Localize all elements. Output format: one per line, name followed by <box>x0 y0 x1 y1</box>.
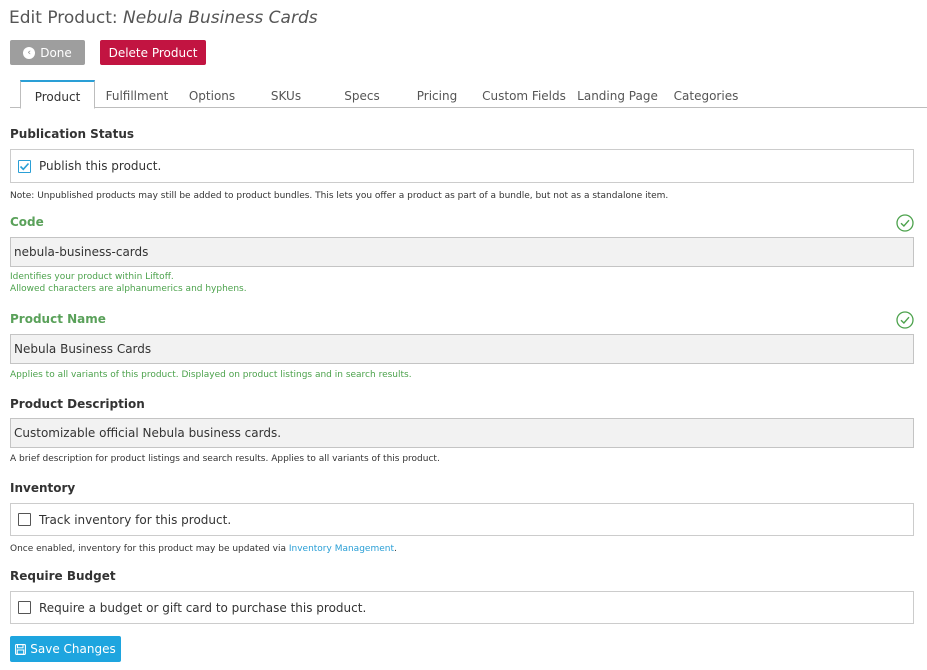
tab-label: Specs <box>344 88 380 103</box>
tab-label: Pricing <box>416 88 458 103</box>
valid-check-icon <box>896 214 914 232</box>
inventory-label: Inventory <box>10 481 76 495</box>
inventory-help-suffix: . <box>393 544 397 554</box>
publish-checkbox-label: Publish this product. <box>39 159 162 173</box>
save-changes-button[interactable]: Save Changes <box>10 636 121 662</box>
code-help-2: Allowed characters are alphanumerics and… <box>10 284 247 294</box>
tab-pricing[interactable]: Pricing <box>404 80 470 108</box>
page-title-product-name: Nebula Business Cards <box>123 8 318 28</box>
tab-options[interactable]: Options <box>178 80 246 108</box>
tab-custom-fields[interactable]: Custom Fields <box>478 80 570 108</box>
tab-label: SKUs <box>270 88 302 103</box>
done-button-label: Done <box>40 45 72 60</box>
valid-check-icon <box>896 311 914 329</box>
save-changes-label: Save Changes <box>30 642 116 656</box>
product-description-label: Product Description <box>10 397 145 411</box>
product-name-label: Product Name <box>10 312 106 326</box>
code-help-1: Identifies your product within Liftoff. <box>10 272 174 282</box>
delete-product-button-label: Delete Product <box>108 45 198 60</box>
budget-row: Require a budget or gift card to purchas… <box>10 591 914 624</box>
product-description-input[interactable] <box>10 418 914 448</box>
product-description-help: A brief description for product listings… <box>10 454 440 464</box>
inventory-row: Track inventory for this product. <box>10 503 914 536</box>
product-name-help: Applies to all variants of this product.… <box>10 370 412 380</box>
tab-categories[interactable]: Categories <box>666 80 746 108</box>
delete-product-button[interactable]: Delete Product <box>100 40 206 65</box>
page-title-prefix: Edit Product: <box>9 8 118 28</box>
publication-note: Note: Unpublished products may still be … <box>10 191 669 201</box>
inventory-management-link[interactable]: Inventory Management <box>289 544 394 554</box>
floppy-disk-icon <box>15 643 27 655</box>
publication-status-label: Publication Status <box>10 127 135 141</box>
tab-label: Landing Page <box>577 88 658 103</box>
tab-product[interactable]: Product <box>20 80 95 109</box>
code-label: Code <box>10 215 44 229</box>
chevron-left-circle-icon: ‹ <box>23 46 36 59</box>
publish-checkbox[interactable] <box>18 159 31 173</box>
tab-landing-page[interactable]: Landing Page <box>575 80 660 108</box>
tab-label: Product <box>34 89 81 104</box>
done-button[interactable]: ‹ Done <box>10 40 85 65</box>
page-title: Edit Product: Nebula Business Cards <box>9 8 318 28</box>
require-budget-checkbox[interactable] <box>18 601 31 614</box>
code-input[interactable] <box>10 237 914 267</box>
tab-fulfillment[interactable]: Fulfillment <box>98 80 176 108</box>
tab-label: Categories <box>673 88 739 103</box>
checkmark-icon <box>19 162 30 170</box>
tab-label: Options <box>188 88 236 103</box>
tab-bar: Product Fulfillment Options SKUs Specs P… <box>10 80 927 109</box>
require-budget-checkbox-label: Require a budget or gift card to purchas… <box>39 600 367 615</box>
tab-specs[interactable]: Specs <box>330 80 394 108</box>
inventory-help-text: Once enabled, inventory for this product… <box>10 544 289 554</box>
tab-label: Fulfillment <box>105 88 169 103</box>
product-name-input[interactable] <box>10 334 914 364</box>
require-budget-label: Require Budget <box>10 569 116 583</box>
track-inventory-checkbox[interactable] <box>18 513 31 526</box>
publish-row: Publish this product. <box>10 149 914 183</box>
track-inventory-checkbox-label: Track inventory for this product. <box>39 512 232 527</box>
tab-label: Custom Fields <box>482 88 566 103</box>
tab-skus[interactable]: SKUs <box>255 80 317 108</box>
inventory-help: Once enabled, inventory for this product… <box>10 543 397 555</box>
